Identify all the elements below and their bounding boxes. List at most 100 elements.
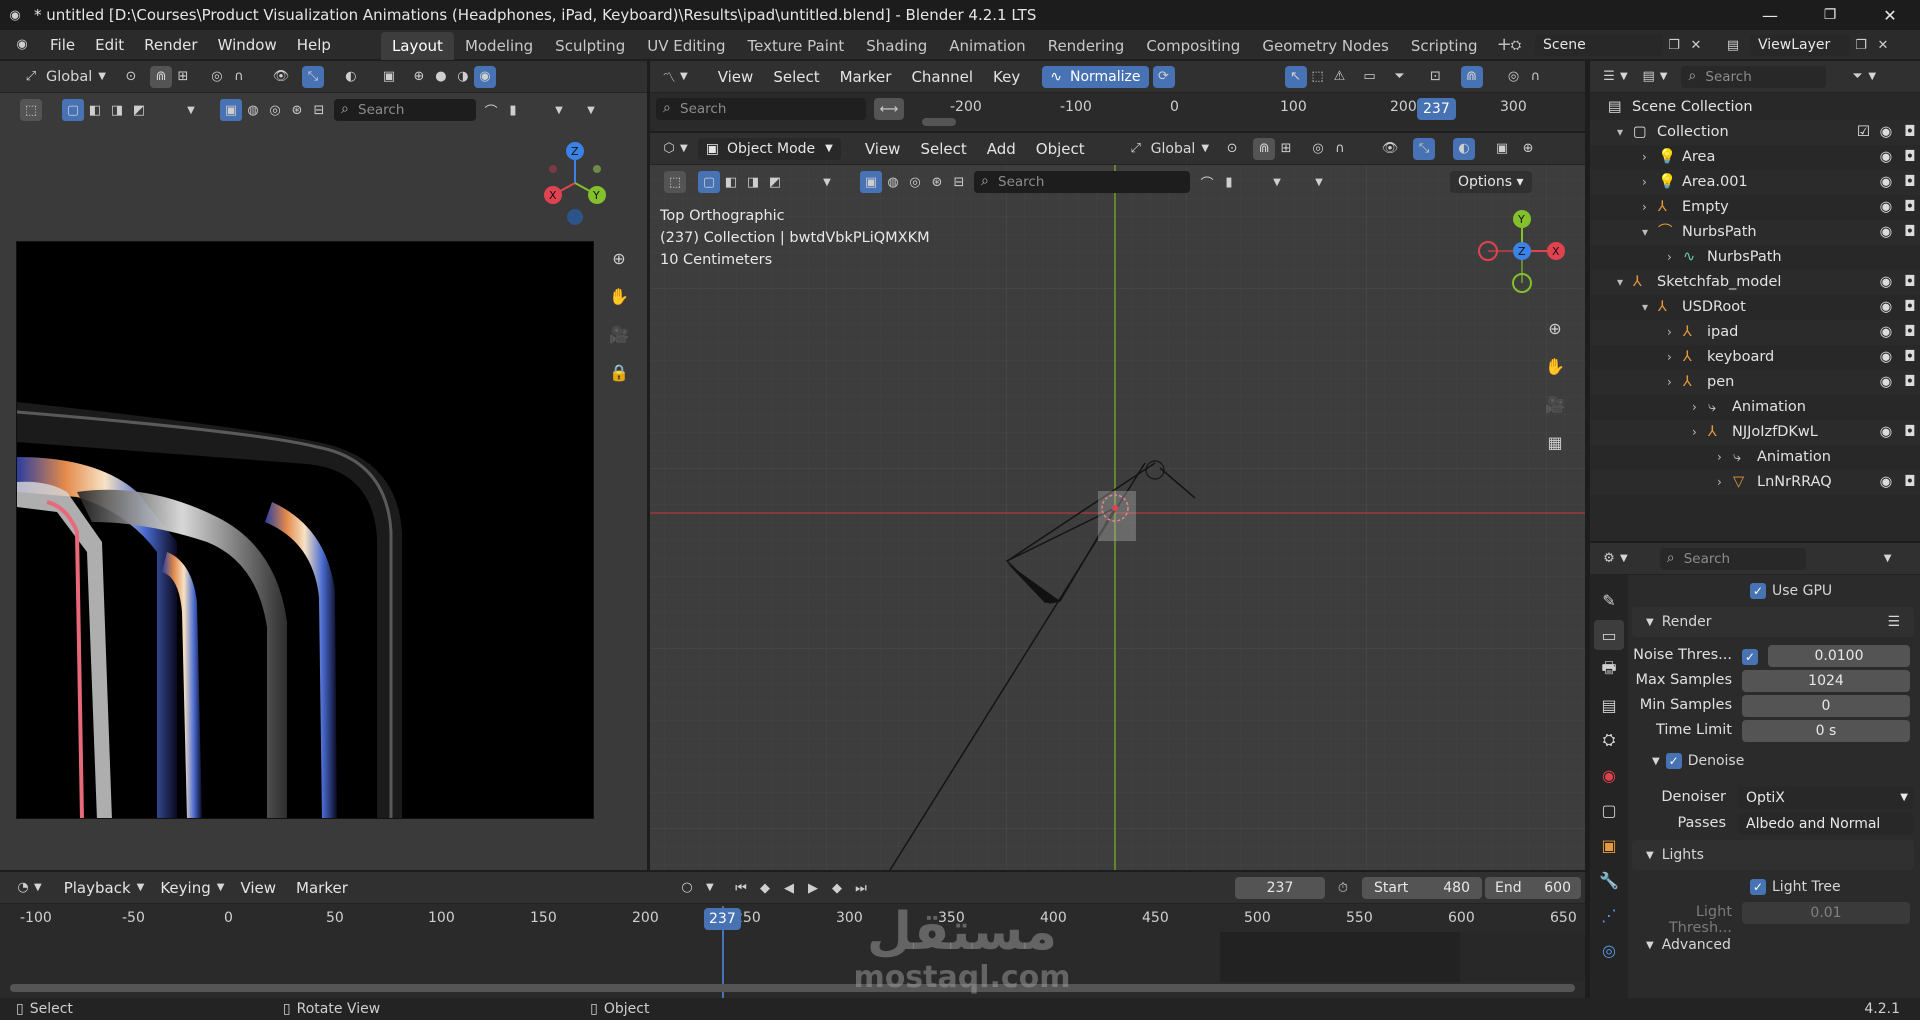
eye-icon[interactable]: ◉ bbox=[1878, 220, 1894, 245]
render-camera-icon[interactable]: ◘ bbox=[1902, 320, 1918, 345]
timeline-scrollbar[interactable] bbox=[10, 984, 1575, 992]
eye-icon[interactable]: ◉ bbox=[1878, 420, 1894, 445]
select-tool-icon[interactable]: ⬚ bbox=[20, 99, 42, 121]
tab-modeling[interactable]: Modeling bbox=[454, 32, 544, 60]
globe-mode-icon[interactable]: ◎ bbox=[904, 171, 926, 193]
scene-selector[interactable]: ⛭ Scene ❐ ✕ bbox=[1505, 34, 1707, 56]
stopwatch-icon[interactable]: ⏱ bbox=[1332, 877, 1354, 899]
render-camera-icon[interactable]: ◘ bbox=[1902, 145, 1918, 170]
record-icon[interactable]: ○ bbox=[676, 877, 698, 899]
passes-dropdown[interactable]: Albedo and Normal bbox=[1738, 813, 1914, 835]
particles-tab-icon[interactable]: ⋰ bbox=[1594, 900, 1624, 930]
graph-menu-channel[interactable]: Channel bbox=[901, 62, 983, 92]
graph-frame-ruler[interactable]: -200 -100 0 100 200 300 bbox=[940, 97, 1580, 121]
chevron-down-icon[interactable]: ▼ bbox=[1266, 171, 1288, 193]
eye-icon[interactable]: ◉ bbox=[1878, 320, 1894, 345]
chevron-down-icon[interactable]: ▼ bbox=[580, 99, 602, 121]
tab-sculpting[interactable]: Sculpting bbox=[544, 32, 636, 60]
jump-start-icon[interactable]: ⏮ bbox=[730, 877, 752, 899]
render-section-header[interactable]: ▼ Render ☰ bbox=[1632, 607, 1914, 637]
denoiser-dropdown[interactable]: OptiX ▼ bbox=[1738, 787, 1914, 809]
snap-icon[interactable]: ⋒ bbox=[149, 65, 172, 88]
max-samples-field[interactable]: 1024 bbox=[1742, 670, 1910, 692]
pan-hand-icon[interactable]: ✋ bbox=[604, 281, 634, 311]
select-mode-extend-icon[interactable]: ◧ bbox=[720, 171, 742, 193]
refresh-icon[interactable]: ⟳ bbox=[1152, 65, 1175, 88]
eye-icon[interactable]: ◉ bbox=[1878, 295, 1894, 320]
filter-funnel-icon[interactable]: ⏷ bbox=[1846, 66, 1868, 88]
eye-icon[interactable]: ◉ bbox=[1878, 170, 1894, 195]
next-keyframe-icon[interactable]: ◆ bbox=[826, 877, 848, 899]
clock-editor-icon[interactable]: ◔ bbox=[12, 877, 34, 899]
lock-mode-icon[interactable]: ⊟ bbox=[948, 171, 970, 193]
tab-uv-editing[interactable]: UV Editing bbox=[636, 32, 736, 60]
timeline-menu-view[interactable]: View bbox=[230, 873, 286, 903]
select-mode-new-icon[interactable]: ▢ bbox=[62, 99, 84, 121]
tab-shading[interactable]: Shading bbox=[855, 32, 938, 60]
chevron-right-icon[interactable]: ▾ bbox=[1617, 270, 1623, 295]
filter-icon[interactable]: ⌒ bbox=[1196, 171, 1218, 193]
checkbox-checked-icon[interactable]: ✓ bbox=[1750, 583, 1766, 599]
outliner-row[interactable]: › ⅄ NJJoIzfDKwL ◉ ◘ bbox=[1590, 420, 1920, 445]
viewport-search-input[interactable]: Search bbox=[974, 170, 1190, 193]
overlay-toggle-icon[interactable]: ◐ bbox=[1453, 137, 1476, 160]
sphere-mode-icon[interactable]: ◍ bbox=[882, 171, 904, 193]
viewlayer-selector[interactable]: ▤ ViewLayer ❐ ✕ bbox=[1722, 34, 1894, 56]
pivot-icon[interactable]: ⊙ bbox=[120, 66, 142, 88]
chevron-right-icon[interactable]: › bbox=[1642, 170, 1647, 195]
chevron-right-icon[interactable]: › bbox=[1667, 245, 1672, 270]
proportional-edit-icon[interactable]: ◎ bbox=[1307, 138, 1329, 160]
lock-mode-icon[interactable]: ⊟ bbox=[308, 99, 330, 121]
tab-rendering[interactable]: Rendering bbox=[1037, 32, 1136, 60]
use-gpu-row[interactable]: ✓ Use GPU bbox=[1750, 583, 1832, 599]
gizmo-toggle-icon[interactable]: ⤡ bbox=[1413, 137, 1436, 160]
graph-falloff-icon[interactable]: ∩ bbox=[1525, 66, 1547, 88]
editor-type-icon[interactable]: ☰ bbox=[1598, 66, 1620, 88]
delete-scene-icon[interactable]: ✕ bbox=[1685, 34, 1707, 56]
graph-search-input[interactable]: Search bbox=[656, 97, 866, 120]
eye-icon[interactable]: ◉ bbox=[1878, 145, 1894, 170]
properties-search-input[interactable]: Search bbox=[1659, 547, 1806, 570]
outliner-row[interactable]: ▾ ⌒ NurbsPath ◉ ◘ bbox=[1590, 220, 1920, 245]
left-search-input[interactable]: Search bbox=[334, 98, 476, 121]
graph-current-frame[interactable]: 237 bbox=[1417, 98, 1456, 120]
options-dropdown[interactable]: Options ▾ bbox=[1450, 171, 1532, 193]
editor-type-icon[interactable]: ⚙ bbox=[1598, 548, 1620, 570]
wireframe-shading-icon[interactable]: ⊕ bbox=[408, 66, 430, 88]
modifier-tab-icon[interactable]: 🔧 bbox=[1594, 865, 1624, 895]
falloff-icon[interactable]: ∩ bbox=[228, 66, 250, 88]
view-layer-tab-icon[interactable]: ▤ bbox=[1594, 690, 1624, 720]
visibility-icon[interactable]: 👁 bbox=[270, 66, 292, 88]
web-mode-icon[interactable]: ⊛ bbox=[286, 99, 308, 121]
menu-edit[interactable]: Edit bbox=[85, 30, 134, 60]
playhead-frame[interactable]: 237 bbox=[704, 908, 741, 930]
timeline-menu-playback[interactable]: Playback bbox=[54, 873, 141, 903]
gizmo-toggle-icon[interactable]: ⤡ bbox=[301, 65, 324, 88]
chevron-right-icon[interactable]: › bbox=[1667, 345, 1672, 370]
timeline-ruler[interactable]: -100 -50 0 50 100 150 200 250 300 350 400 450 500 550… bbox=[0, 906, 1585, 932]
swap-icon[interactable]: ⟷ bbox=[874, 98, 904, 120]
sphere-mode-icon[interactable]: ◍ bbox=[242, 99, 264, 121]
ghost-curves-icon[interactable]: ▭ bbox=[1359, 66, 1381, 88]
material-shading-icon[interactable]: ◑ bbox=[452, 66, 474, 88]
outliner-row[interactable]: › ▽ LnNrRRAQ ◉ ◘ bbox=[1590, 470, 1920, 495]
left-nav-gizmo[interactable]: Z X Y bbox=[535, 137, 615, 227]
render-camera-icon[interactable]: ◘ bbox=[1902, 170, 1918, 195]
zoom-icon[interactable]: ⊕ bbox=[1540, 313, 1570, 343]
select-mode-extend-icon[interactable]: ◧ bbox=[84, 99, 106, 121]
outliner-row[interactable]: › ⅄ keyboard ◉ ◘ bbox=[1590, 345, 1920, 370]
eye-icon[interactable]: ◉ bbox=[1878, 120, 1894, 145]
maximize-icon[interactable]: ❐ bbox=[1800, 7, 1860, 23]
checkbox-checked-icon[interactable]: ✓ bbox=[1665, 753, 1682, 769]
vertex-mode-icon[interactable]: ▣ bbox=[860, 171, 882, 193]
tab-geometry-nodes[interactable]: Geometry Nodes bbox=[1251, 32, 1400, 60]
world-tab-icon[interactable]: ◉ bbox=[1594, 760, 1624, 790]
outliner-row[interactable]: › 💡 Area ◉ ◘ bbox=[1590, 145, 1920, 170]
scene-tab-icon[interactable]: ⛭ bbox=[1594, 725, 1624, 755]
solid-shading-icon[interactable]: ● bbox=[430, 66, 452, 88]
chevron-down-icon[interactable]: ▼ bbox=[180, 99, 202, 121]
time-limit-field[interactable]: 0 s bbox=[1742, 720, 1910, 742]
physics-tab-icon[interactable]: ◎ bbox=[1594, 935, 1624, 965]
viewport-menu-view[interactable]: View bbox=[855, 134, 911, 164]
lock-camera-icon[interactable]: 🔒 bbox=[604, 357, 634, 387]
